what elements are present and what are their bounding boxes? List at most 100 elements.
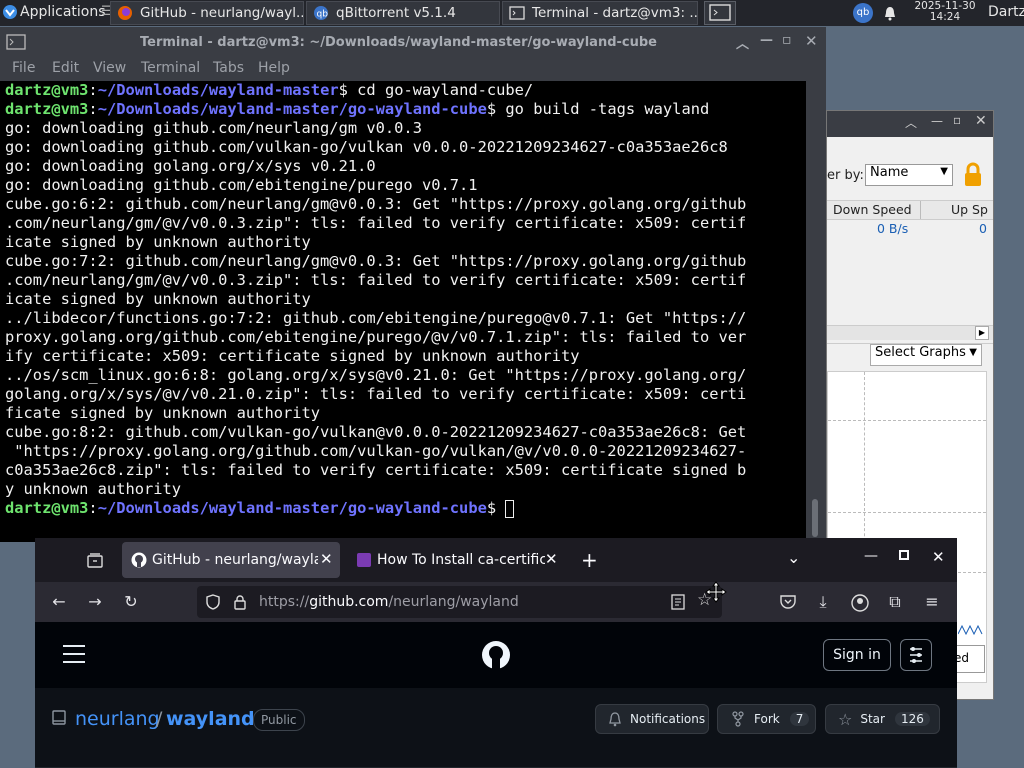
maximize-icon[interactable]: ▫ [782,32,792,48]
url-text[interactable]: https://github.com/neurlang/wayland [259,594,519,610]
taskbar-item-firefox[interactable]: GitHub - neurlang/wayl... [110,1,304,25]
visibility-badge: Public [253,709,305,731]
terminal-cursor [505,499,515,518]
qbittorrent-tray-icon[interactable]: qb [853,3,873,23]
menu-edit[interactable]: Edit [52,60,79,76]
notifications-button[interactable]: Notifications [595,704,709,734]
terminal-line: go: downloading github.com/ebitengine/pu… [5,176,478,194]
fork-label: Fork [754,712,780,726]
move-cursor-icon [705,581,727,603]
transfer-table-header: Down Speed Up Sp [827,200,993,220]
close-icon[interactable]: ✕ [320,550,333,568]
scroll-right-icon[interactable]: ▶ [975,326,989,340]
star-count: 126 [894,712,930,726]
minimize-icon[interactable]: — [864,548,878,564]
user-menu[interactable]: Dartz [988,4,1024,20]
filter-select[interactable]: Name ▼ [865,164,953,186]
back-icon[interactable]: ← [47,590,71,614]
terminal-icon [709,4,731,21]
forward-icon[interactable]: → [83,590,107,614]
star-button[interactable]: ☆ Star 126 [825,704,940,734]
close-icon[interactable]: ✕ [932,548,945,566]
taskbar-item-terminal[interactable]: Terminal - dartz@vm3: ... [502,1,698,25]
terminal-line: dartz@vm3:~/Downloads/wayland-master$ cd… [5,81,534,99]
close-icon[interactable]: ✕ [545,550,558,568]
scrollbar-thumb[interactable] [812,499,818,537]
terminal-titlebar: Terminal - dartz@vm3: ~/Downloads/waylan… [0,27,826,57]
navigation-toolbar: ← → ↻ https://github.com/neurlang/waylan… [35,582,957,622]
terminal-line: ../libdecor/functions.go:7:2: github.com… [5,309,747,327]
clock[interactable]: 2025-11-30 14:24 [910,1,980,23]
url-bar[interactable]: https://github.com/neurlang/wayland ☆ [197,586,722,618]
repo-icon [52,710,66,725]
app-menu-icon[interactable]: ≡ [920,590,944,614]
clock-time: 14:24 [929,11,961,23]
menu-tabs[interactable]: Tabs [213,60,244,76]
terminal-line: proxy.golang.org/github.com/ebitengine/p… [5,328,747,346]
github-logo-icon[interactable] [481,640,511,670]
notification-bell-icon[interactable] [882,5,898,21]
shield-icon[interactable] [205,594,221,610]
fork-icon [732,711,744,727]
menu-terminal[interactable]: Terminal [141,60,200,76]
menu-view[interactable]: View [93,60,126,76]
applications-menu[interactable]: Applications [20,4,106,20]
taskbar-item-terminal-new[interactable] [704,1,736,25]
new-tab-icon[interactable]: + [581,548,598,572]
tab-github[interactable]: GitHub - neurlang/waylan ✕ [122,542,340,578]
terminal-line: cube.go:6:2: github.com/neurlang/gm@v0.0… [5,195,747,213]
path-separator: / [156,708,163,730]
terminal-menubar: File Edit View Terminal Tabs Help [0,57,826,81]
lock-icon[interactable] [233,594,247,610]
select-graphs-dropdown[interactable]: Select Graphs ▼ [870,344,982,366]
sign-in-button[interactable]: Sign in [823,639,891,671]
firefox-icon [118,6,132,20]
repo-name-link[interactable]: wayland [166,708,255,730]
applications-menu-icon[interactable] [2,4,18,20]
menu-file[interactable]: File [12,60,35,76]
minimize-icon[interactable]: — [931,114,943,128]
reader-view-icon[interactable] [671,594,685,610]
search-filters-button[interactable] [900,639,932,671]
taskbar-item-qbittorrent[interactable]: qb qBittorrent v5.1.4 [306,1,500,25]
qbittorrent-button[interactable]: ed [953,645,985,673]
terminal-output[interactable]: dartz@vm3:~/Downloads/wayland-master$ cd… [0,81,806,542]
column-down-speed[interactable]: Down Speed [833,202,912,217]
terminal-scrollbar[interactable] [806,81,826,542]
close-icon[interactable]: ✕ [805,32,818,50]
pocket-icon[interactable] [779,594,797,610]
tab-ca-certificates[interactable]: How To Install ca-certifica ✕ [345,542,565,578]
fork-button[interactable]: Fork 7 [717,704,816,734]
top-panel: Applications ☰ GitHub - neurlang/wayl...… [0,0,1024,26]
qbittorrent-titlebar: ︿ — ▫ ✕ [827,111,993,137]
menu-help[interactable]: Help [258,60,290,76]
tab-label: GitHub - neurlang/waylan [152,552,318,568]
close-icon[interactable]: ✕ [975,113,987,129]
tab-overview-icon[interactable] [86,552,104,568]
lock-icon[interactable] [961,162,985,188]
extensions-icon[interactable]: ⧉ [883,590,907,614]
account-icon[interactable] [851,594,869,612]
horizontal-scrollbar[interactable]: ▶ [827,325,993,340]
qbittorrent-icon: qb [314,6,328,20]
reload-icon[interactable]: ↻ [119,590,143,614]
site-favicon-icon [357,553,371,567]
column-up-speed[interactable]: Up Sp [951,202,988,217]
firefox-window: GitHub - neurlang/waylan ✕ How To Instal… [35,538,957,768]
taskbar-item-label: qBittorrent v5.1.4 [336,5,456,21]
hamburger-menu-icon[interactable] [62,644,86,664]
minimize-icon[interactable]: — [760,33,773,48]
terminal-icon [509,6,525,20]
maximize-icon[interactable] [899,550,909,560]
repo-owner-link[interactable]: neurlang [75,708,160,730]
terminal-line: go: downloading golang.org/x/sys v0.21.0 [5,157,376,175]
chevron-up-icon[interactable]: ︿ [736,33,749,52]
list-all-tabs-icon[interactable]: ⌄ [787,548,800,567]
star-label: Star [860,712,885,726]
github-header: Sign in [35,622,957,688]
maximize-icon[interactable]: ▫ [953,113,961,127]
github-icon [131,552,147,568]
chevron-up-icon[interactable]: ︿ [905,114,917,131]
terminal-line: icate signed by unknown authority [5,233,311,251]
downloads-icon[interactable]: ⤓ [811,590,835,614]
